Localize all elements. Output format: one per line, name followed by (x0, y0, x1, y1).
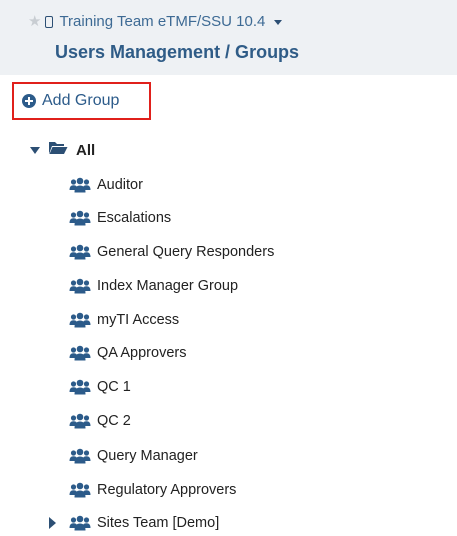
tree-root-label: All (76, 141, 96, 159)
plus-circle-icon (22, 94, 36, 108)
tree-item-label: QC 2 (97, 413, 131, 429)
tree-item-qc-1[interactable]: QC 1 (69, 376, 131, 398)
users-icon (69, 345, 91, 361)
tree-item-label: Auditor (97, 177, 143, 193)
users-icon (69, 413, 91, 429)
users-icon (69, 210, 91, 226)
project-name[interactable]: Training Team eTMF/SSU 10.4 (59, 13, 265, 30)
users-icon (69, 278, 91, 294)
tree-item-escalations[interactable]: Escalations (69, 207, 171, 229)
tree-item-regulatory-approvers[interactable]: Regulatory Approvers (69, 479, 236, 501)
tree-item-index-manager-group[interactable]: Index Manager Group (69, 275, 238, 297)
project-selector[interactable]: ★ Training Team eTMF/SSU 10.4 (28, 13, 283, 30)
users-icon (69, 312, 91, 328)
users-icon (69, 515, 91, 531)
users-icon (69, 482, 91, 498)
mobile-icon (45, 16, 54, 28)
tree-item-label: QA Approvers (97, 345, 187, 361)
users-icon (69, 244, 91, 260)
tree-item-label: myTI Access (97, 312, 180, 328)
folder-open-icon (48, 141, 68, 160)
add-group-label: Add Group (42, 92, 120, 109)
tree-item-label: Regulatory Approvers (97, 482, 237, 498)
star-icon[interactable]: ★ (28, 14, 41, 29)
tree-item-label: Index Manager Group (97, 278, 239, 294)
tree-item-myti-access[interactable]: myTI Access (69, 309, 179, 331)
caret-down-icon[interactable] (274, 20, 283, 25)
tree-item-label: General Query Responders (97, 244, 275, 260)
tree-item-sites-team-demo[interactable]: Sites Team [Demo] (69, 512, 219, 534)
tree-item-label: Query Manager (97, 448, 198, 464)
users-icon (69, 448, 91, 464)
expand-toggle-icon[interactable] (30, 146, 40, 154)
tree-item-label: QC 1 (97, 379, 131, 395)
tree-item-query-manager[interactable]: Query Manager (69, 445, 198, 467)
tree-item-general-query-responders[interactable]: General Query Responders (69, 241, 274, 263)
add-group-button[interactable]: Add Group (12, 82, 151, 120)
page-header: ★ Training Team eTMF/SSU 10.4 Users Mana… (0, 0, 457, 75)
tree-root-all[interactable]: All (30, 140, 95, 160)
expand-toggle-icon[interactable] (49, 517, 56, 529)
page-title: Users Management / Groups (55, 42, 300, 62)
tree-item-label: Escalations (97, 210, 172, 226)
users-icon (69, 177, 91, 193)
tree-item-qa-approvers[interactable]: QA Approvers (69, 342, 186, 364)
tree-item-label: Sites Team [Demo] (97, 515, 220, 531)
tree-item-auditor[interactable]: Auditor (69, 174, 143, 196)
tree-item-qc-2[interactable]: QC 2 (69, 410, 131, 432)
users-icon (69, 379, 91, 395)
